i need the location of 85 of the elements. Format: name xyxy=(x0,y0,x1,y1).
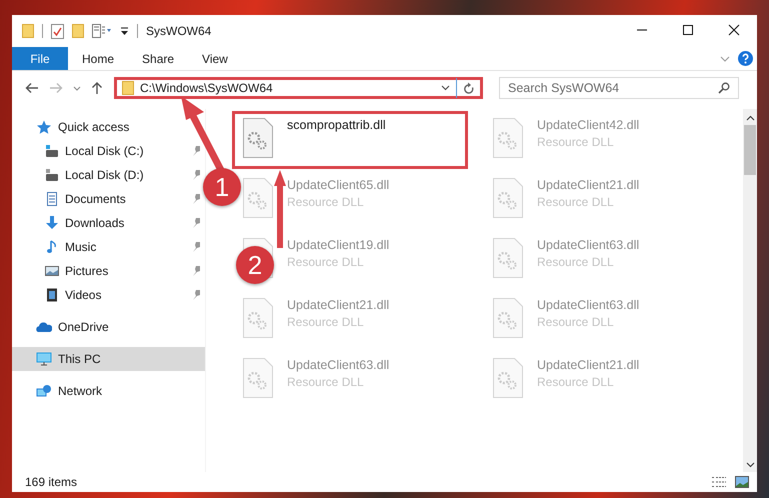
settings-file-icon xyxy=(243,118,273,158)
file-name: UpdateClient63.dll xyxy=(537,298,640,312)
scroll-down-icon[interactable] xyxy=(746,462,754,468)
up-arrow-icon[interactable] xyxy=(91,81,103,95)
forward-icon[interactable] xyxy=(49,82,63,94)
file-name: UpdateClient42.dll xyxy=(537,118,640,132)
sidebar-item[interactable]: Documents xyxy=(12,187,205,211)
file-type: Resource DLL xyxy=(537,375,615,389)
down-arrow-icon xyxy=(45,216,59,230)
settings-file-icon xyxy=(493,358,523,398)
sidebar-item[interactable]: Downloads xyxy=(12,211,205,235)
disk-drive-icon xyxy=(45,144,59,158)
file-item[interactable]: scompropattrib.dll xyxy=(232,111,468,169)
sidebar-item[interactable]: Network xyxy=(12,379,205,403)
large-icons-view-icon[interactable] xyxy=(735,476,749,488)
file-name: UpdateClient63.dll xyxy=(537,238,640,252)
file-type: Resource DLL xyxy=(537,195,615,209)
disk-drive-icon xyxy=(45,168,59,182)
pin-icon[interactable] xyxy=(192,266,201,276)
help-icon[interactable] xyxy=(738,51,753,66)
address-path: C:\Windows\SysWOW64 xyxy=(140,81,274,95)
folder-icon xyxy=(122,81,134,95)
pin-icon[interactable] xyxy=(192,290,201,300)
sidebar-item[interactable]: Music xyxy=(12,235,205,259)
cloud-icon xyxy=(36,320,52,334)
settings-file-icon xyxy=(493,298,523,338)
properties-icon[interactable] xyxy=(92,24,112,38)
item-count: 169 items xyxy=(25,475,78,489)
film-icon xyxy=(45,288,59,302)
sidebar-item[interactable]: Local Disk (C:) xyxy=(12,139,205,163)
picture-icon xyxy=(45,264,59,278)
checklist-icon[interactable] xyxy=(51,24,64,38)
refresh-icon[interactable] xyxy=(463,82,475,94)
file-type: Resource DLL xyxy=(287,375,365,389)
settings-file-icon xyxy=(243,298,273,338)
file-name: UpdateClient21.dll xyxy=(537,178,640,192)
sidebar-item[interactable]: Videos xyxy=(12,283,205,307)
settings-file-icon xyxy=(493,118,523,158)
address-bar[interactable]: C:\Windows\SysWOW64 xyxy=(114,77,483,99)
recent-locations-icon[interactable] xyxy=(73,86,81,90)
pin-icon[interactable] xyxy=(192,218,201,228)
file-name: UpdateClient19.dll xyxy=(287,238,390,252)
sidebar-item[interactable]: This PC xyxy=(12,347,205,371)
dropdown-icon[interactable] xyxy=(120,26,129,36)
sidebar-item[interactable]: OneDrive xyxy=(12,315,205,339)
sidebar-item[interactable]: Quick access xyxy=(12,115,205,139)
file-type: Resource DLL xyxy=(287,255,365,269)
ribbon-tab[interactable]: Home xyxy=(68,47,128,70)
file-tab[interactable]: File xyxy=(12,47,68,70)
file-name: scompropattrib.dll xyxy=(287,118,386,132)
back-icon[interactable] xyxy=(25,82,39,94)
search-icon xyxy=(718,82,730,94)
sidebar-item[interactable]: Pictures xyxy=(12,259,205,283)
scroll-up-icon[interactable] xyxy=(746,115,754,121)
file-type: Resource DLL xyxy=(537,255,615,269)
pin-icon[interactable] xyxy=(192,194,201,204)
file-name: UpdateClient65.dll xyxy=(287,178,390,192)
settings-file-icon xyxy=(493,238,523,278)
document-icon xyxy=(45,192,59,206)
monitor-icon xyxy=(36,352,52,366)
file-type: Resource DLL xyxy=(537,135,615,149)
star-icon xyxy=(36,120,52,134)
window-title: SysWOW64 xyxy=(146,24,212,38)
file-type: Resource DLL xyxy=(287,195,365,209)
file-name: UpdateClient21.dll xyxy=(537,358,640,372)
expand-ribbon-icon[interactable] xyxy=(720,56,730,62)
sidebar-item[interactable]: Local Disk (D:) xyxy=(12,163,205,187)
settings-file-icon xyxy=(243,178,273,218)
dropdown-icon[interactable] xyxy=(441,85,450,91)
search-field[interactable]: Search SysWOW64 xyxy=(499,77,739,99)
settings-file-icon xyxy=(493,178,523,218)
ribbon-tab[interactable]: View xyxy=(188,47,242,70)
file-name: UpdateClient63.dll xyxy=(287,358,390,372)
file-type: Resource DLL xyxy=(287,315,365,329)
pin-icon[interactable] xyxy=(192,242,201,252)
music-note-icon xyxy=(45,240,59,254)
details-view-icon[interactable] xyxy=(711,476,727,488)
scrollbar-thumb[interactable] xyxy=(744,125,756,175)
pin-icon[interactable] xyxy=(192,170,201,180)
settings-file-icon xyxy=(243,358,273,398)
ribbon-tab[interactable]: Share xyxy=(128,47,188,70)
network-icon xyxy=(36,384,52,398)
file-type: Resource DLL xyxy=(537,315,615,329)
pin-icon[interactable] xyxy=(192,146,201,156)
file-name: UpdateClient21.dll xyxy=(287,298,390,312)
